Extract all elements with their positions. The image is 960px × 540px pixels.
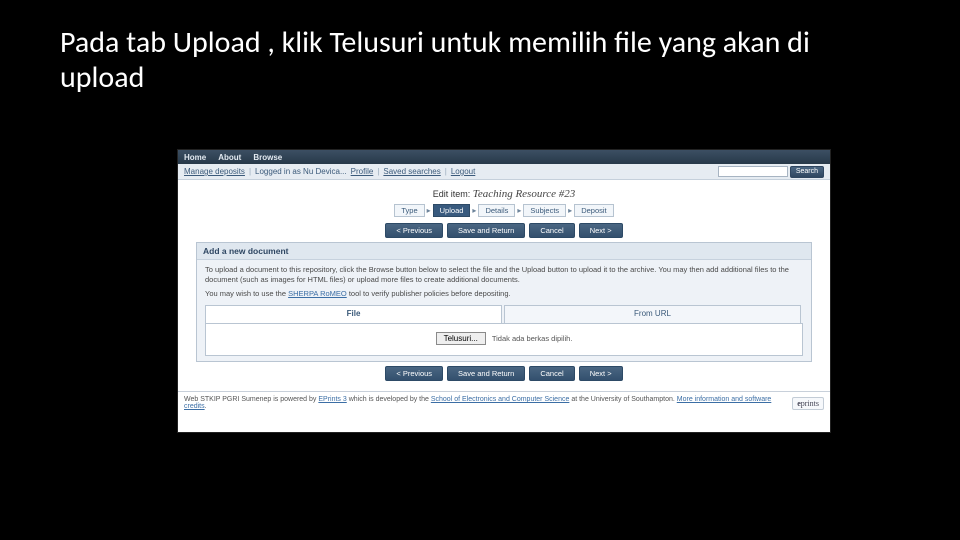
manage-deposits-link[interactable]: Manage deposits <box>184 167 245 176</box>
next-button[interactable]: Next > <box>579 366 623 381</box>
action-buttons-bottom: < Previous Save and Return Cancel Next > <box>196 366 812 381</box>
search-button[interactable]: Search <box>790 166 824 178</box>
search-input[interactable] <box>718 166 788 177</box>
wizard-steps: Type ▸ Upload ▸ Details ▸ Subjects ▸ Dep… <box>196 204 812 217</box>
previous-button[interactable]: < Previous <box>385 223 443 238</box>
logged-in-text: Logged in as Nu Devica... <box>255 167 347 176</box>
save-return-button[interactable]: Save and Return <box>447 366 525 381</box>
panel-instruction-1: To upload a document to this repository,… <box>205 265 803 285</box>
eprints-logo: eeprintsprints <box>792 397 824 410</box>
file-upload-area: Telusuri... Tidak ada berkas dipilih. <box>205 324 803 356</box>
chevron-right-icon: ▸ <box>470 206 478 215</box>
separator: | <box>445 167 447 176</box>
footer-text: Web STKIP PGRI Sumenep is powered by EPr… <box>184 396 792 410</box>
nav-browse[interactable]: Browse <box>253 153 282 162</box>
eprints-link[interactable]: EPrints 3 <box>318 396 346 403</box>
save-return-button[interactable]: Save and Return <box>447 223 525 238</box>
nav-home[interactable]: Home <box>184 153 206 162</box>
cancel-button[interactable]: Cancel <box>529 366 574 381</box>
chevron-right-icon: ▸ <box>425 206 433 215</box>
step-upload[interactable]: Upload <box>433 204 471 217</box>
saved-searches-link[interactable]: Saved searches <box>383 167 440 176</box>
nav-about[interactable]: About <box>218 153 241 162</box>
upload-tabs: File From URL <box>205 305 803 324</box>
top-nav: Home About Browse <box>178 150 830 164</box>
logout-link[interactable]: Logout <box>451 167 475 176</box>
no-file-text: Tidak ada berkas dipilih. <box>492 334 573 344</box>
search-box: Search <box>718 166 824 178</box>
step-subjects[interactable]: Subjects <box>523 204 566 217</box>
tab-from-url[interactable]: From URL <box>504 305 801 323</box>
item-name: Teaching Resource #23 <box>473 188 575 200</box>
step-deposit[interactable]: Deposit <box>574 204 613 217</box>
browse-button[interactable]: Telusuri... <box>436 332 486 345</box>
user-bar: Manage deposits | Logged in as Nu Devica… <box>178 164 830 180</box>
step-details[interactable]: Details <box>478 204 515 217</box>
action-buttons-top: < Previous Save and Return Cancel Next > <box>196 223 812 238</box>
footer: Web STKIP PGRI Sumenep is powered by EPr… <box>178 391 830 414</box>
tab-file[interactable]: File <box>205 305 502 323</box>
previous-button[interactable]: < Previous <box>385 366 443 381</box>
separator: | <box>377 167 379 176</box>
add-document-panel: Add a new document To upload a document … <box>196 242 812 362</box>
sherpa-romeo-link[interactable]: SHERPA RoMEO <box>288 289 347 298</box>
cancel-button[interactable]: Cancel <box>529 223 574 238</box>
panel-instruction-2: You may wish to use the SHERPA RoMEO too… <box>205 289 803 299</box>
slide-title: Pada tab Upload , klik Telusuri untuk me… <box>0 0 960 105</box>
edit-item-title: Edit item: Teaching Resource #23 <box>196 188 812 200</box>
app-screenshot: Home About Browse Manage deposits | Logg… <box>178 150 830 432</box>
ecs-link[interactable]: School of Electronics and Computer Scien… <box>431 396 570 403</box>
chevron-right-icon: ▸ <box>566 206 574 215</box>
profile-link[interactable]: Profile <box>351 167 374 176</box>
step-type[interactable]: Type <box>394 204 424 217</box>
separator: | <box>249 167 251 176</box>
chevron-right-icon: ▸ <box>515 206 523 215</box>
panel-heading: Add a new document <box>197 243 811 260</box>
next-button[interactable]: Next > <box>579 223 623 238</box>
